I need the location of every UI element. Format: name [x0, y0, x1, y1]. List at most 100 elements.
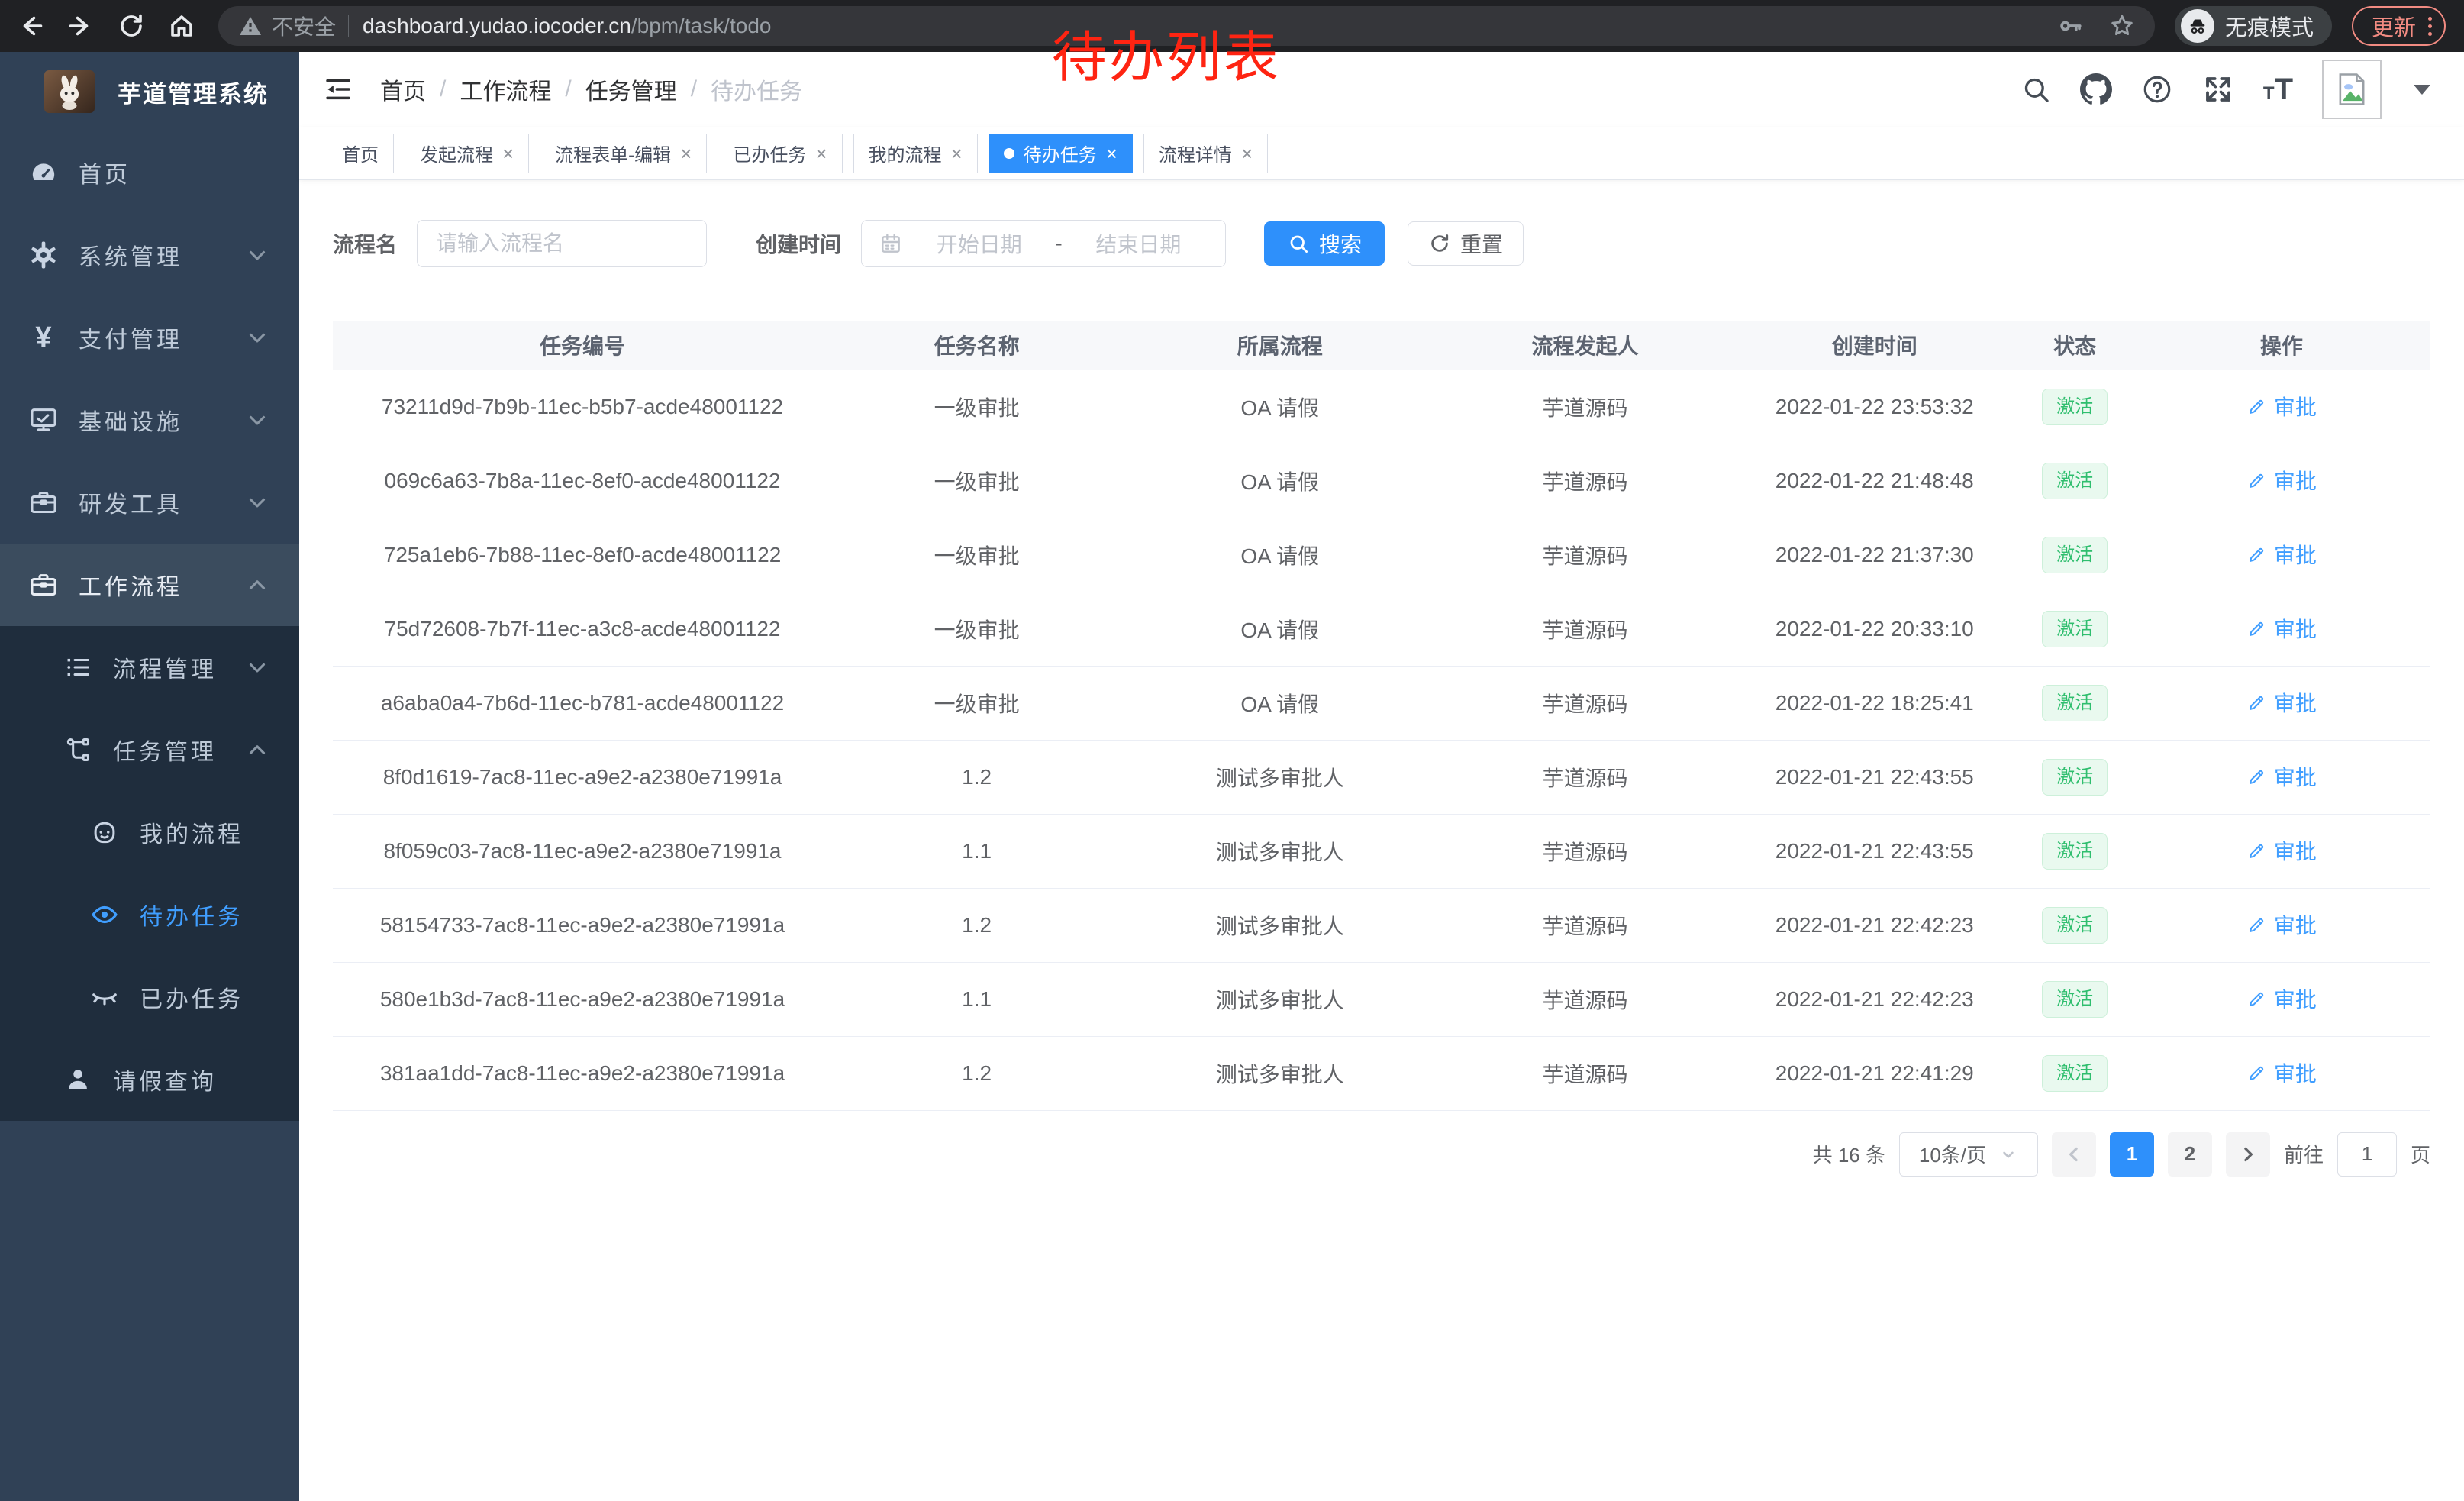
status-badge: 激活 — [2042, 537, 2108, 573]
search-button[interactable]: 搜索 — [1264, 221, 1385, 266]
tab-close-icon[interactable]: × — [1241, 144, 1253, 163]
sidebar-toggle[interactable] — [322, 73, 354, 105]
task-name-cell: 1.2 — [832, 888, 1121, 962]
sidebar-item-my-process[interactable]: 我的流程 — [0, 791, 299, 873]
process-cell: 测试多审批人 — [1121, 962, 1438, 1036]
action-cell: 审批 — [2133, 740, 2430, 814]
chevron-down-icon — [244, 242, 270, 268]
tab-首页[interactable]: 首页 — [327, 134, 394, 173]
approve-link[interactable]: 审批 — [2246, 761, 2317, 792]
approve-link[interactable]: 审批 — [2246, 983, 2317, 1014]
browser-menu-dots-icon[interactable] — [2428, 17, 2432, 36]
next-page-button[interactable] — [2226, 1132, 2270, 1177]
help-icon[interactable] — [2141, 73, 2173, 105]
tab-close-icon[interactable]: × — [1106, 144, 1118, 163]
update-button[interactable]: 更新 — [2352, 6, 2446, 46]
date-range-picker[interactable]: 开始日期 - 结束日期 — [861, 220, 1226, 267]
reload-icon[interactable] — [118, 12, 145, 40]
approve-link[interactable]: 审批 — [2246, 687, 2317, 718]
sidebar-item-dev-tools[interactable]: 研发工具 — [0, 461, 299, 544]
starter-cell: 芋道源码 — [1438, 592, 1732, 666]
status-badge: 激活 — [2042, 685, 2108, 721]
total-count: 共 16 条 — [1813, 1140, 1885, 1168]
page-button-2[interactable]: 2 — [2168, 1132, 2212, 1177]
column-header: 创建时间 — [1732, 321, 2017, 370]
chevron-down-icon — [244, 489, 270, 515]
password-key-icon[interactable] — [2057, 13, 2083, 39]
sidebar-item-payment[interactable]: ¥ 支付管理 — [0, 296, 299, 379]
task-name-cell: 1.1 — [832, 962, 1121, 1036]
page-size-select[interactable]: 10条/页 — [1899, 1132, 2038, 1177]
security-label: 不安全 — [272, 11, 336, 41]
status-cell: 激活 — [2017, 962, 2133, 1036]
process-name-input[interactable] — [417, 220, 707, 267]
sidebar-item-process-management[interactable]: 流程管理 — [0, 626, 299, 709]
sidebar-item-task-management[interactable]: 任务管理 — [0, 709, 299, 791]
fullscreen-icon[interactable] — [2202, 73, 2234, 105]
action-cell: 审批 — [2133, 1036, 2430, 1110]
goto-page-input[interactable] — [2337, 1132, 2397, 1177]
approve-link[interactable]: 审批 — [2246, 909, 2317, 940]
search-icon[interactable] — [2021, 74, 2051, 105]
sidebar-item-done-tasks[interactable]: 已办任务 — [0, 956, 299, 1038]
annotation-title: 待办列表 — [1052, 12, 1281, 92]
tab-已办任务[interactable]: 已办任务× — [718, 134, 842, 173]
avatar[interactable] — [2322, 60, 2382, 119]
tab-发起流程[interactable]: 发起流程× — [405, 134, 529, 173]
process-cell: OA 请假 — [1121, 592, 1438, 666]
table-row: 8f0d1619-7ac8-11ec-a9e2-a2380e71991a 1.2… — [333, 740, 2430, 814]
status-cell: 激活 — [2017, 592, 2133, 666]
tab-close-icon[interactable]: × — [951, 144, 963, 163]
process-cell: OA 请假 — [1121, 370, 1438, 444]
home-icon[interactable] — [168, 12, 195, 40]
tab-close-icon[interactable]: × — [680, 144, 692, 163]
tab-我的流程[interactable]: 我的流程× — [853, 134, 978, 173]
breadcrumb-workflow[interactable]: 工作流程 — [460, 73, 551, 106]
sidebar-item-home[interactable]: 首页 — [0, 131, 299, 214]
back-icon[interactable] — [17, 12, 44, 40]
task-name-cell: 一级审批 — [832, 444, 1121, 518]
app-title: 芋道管理系统 — [118, 75, 269, 109]
tab-流程详情[interactable]: 流程详情× — [1143, 134, 1268, 173]
sidebar-item-workflow[interactable]: 工作流程 — [0, 544, 299, 626]
sidebar-item-leave-query[interactable]: 请假查询 — [0, 1038, 299, 1121]
forward-icon[interactable] — [67, 12, 95, 40]
tab-待办任务[interactable]: 待办任务× — [989, 134, 1133, 173]
task-name-cell: 1.2 — [832, 740, 1121, 814]
pen-icon — [2246, 618, 2267, 639]
avatar-caret-icon[interactable] — [2414, 85, 2430, 95]
tab-close-icon[interactable]: × — [502, 144, 514, 163]
prev-page-button[interactable] — [2052, 1132, 2096, 1177]
status-cell: 激活 — [2017, 814, 2133, 888]
start-date-placeholder: 开始日期 — [909, 228, 1049, 259]
page-button-1[interactable]: 1 — [2110, 1132, 2154, 1177]
pen-icon — [2246, 396, 2267, 417]
monitor-icon — [25, 405, 62, 435]
tab-close-icon[interactable]: × — [815, 144, 827, 163]
approve-link[interactable]: 审批 — [2246, 613, 2317, 644]
eye-icon — [86, 900, 123, 929]
breadcrumb-task-management[interactable]: 任务管理 — [585, 73, 677, 106]
breadcrumb-home[interactable]: 首页 — [380, 73, 426, 106]
github-icon[interactable] — [2080, 73, 2112, 105]
pen-icon — [2246, 915, 2267, 935]
approve-link[interactable]: 审批 — [2246, 1057, 2317, 1088]
reset-button[interactable]: 重置 — [1408, 221, 1524, 266]
starter-cell: 芋道源码 — [1438, 888, 1732, 962]
page-unit-label: 页 — [2411, 1140, 2430, 1168]
approve-link[interactable]: 审批 — [2246, 539, 2317, 570]
approve-link[interactable]: 审批 — [2246, 835, 2317, 866]
approve-link[interactable]: 审批 — [2246, 465, 2317, 495]
font-size-icon[interactable]: TT — [2263, 73, 2293, 107]
app-logo: 芋道管理系统 — [0, 52, 299, 131]
tab-流程表单-编辑[interactable]: 流程表单-编辑× — [540, 134, 707, 173]
bookmark-star-icon[interactable] — [2109, 13, 2135, 39]
top-navbar: 首页 / 工作流程 / 任务管理 / 待办任务 — [299, 52, 2464, 127]
column-header: 任务名称 — [832, 321, 1121, 370]
sidebar-item-infrastructure[interactable]: 基础设施 — [0, 379, 299, 461]
sidebar-item-todo-tasks[interactable]: 待办任务 — [0, 873, 299, 956]
status-cell: 激活 — [2017, 444, 2133, 518]
sidebar-item-system[interactable]: 系统管理 — [0, 214, 299, 296]
approve-link[interactable]: 审批 — [2246, 391, 2317, 421]
action-cell: 审批 — [2133, 814, 2430, 888]
